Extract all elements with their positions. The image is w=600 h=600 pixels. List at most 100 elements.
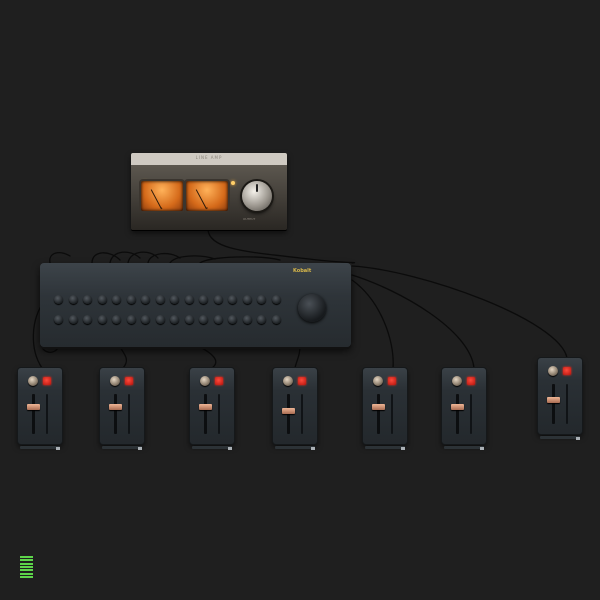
mixing-console: Kobalt <box>40 263 351 347</box>
module-base <box>365 446 405 449</box>
channel-knob-1-4[interactable] <box>97 295 107 304</box>
console-brand-label: Kobalt <box>293 268 312 274</box>
cable-mod-4 <box>294 346 301 369</box>
master-knob-label: OUTPUT <box>243 217 256 221</box>
master-brand-label: LINE AMP <box>195 155 223 160</box>
mute-button[interactable] <box>467 377 475 385</box>
level-bar-3 <box>20 562 33 565</box>
channel-knob-2-1[interactable] <box>54 315 63 324</box>
channel-knob-2-15[interactable] <box>257 315 266 324</box>
mute-button[interactable] <box>43 377 51 385</box>
fader-module-5 <box>363 368 407 450</box>
cable-mod-5 <box>351 279 394 369</box>
level-meter-icon <box>20 556 33 579</box>
cable-mod-3 <box>199 346 217 369</box>
mute-button[interactable] <box>125 377 133 385</box>
mute-button[interactable] <box>388 377 396 385</box>
gain-knob[interactable] <box>373 376 383 386</box>
module-base <box>20 446 60 449</box>
channel-knob-1-11[interactable] <box>199 295 208 304</box>
cable-mod-2 <box>119 346 128 369</box>
channel-knob-2-10[interactable] <box>184 315 194 324</box>
mute-button[interactable] <box>563 367 571 375</box>
channel-knob-1-10[interactable] <box>184 295 194 304</box>
channel-knob-1-8[interactable] <box>155 295 165 304</box>
channel-knob-1-9[interactable] <box>170 295 179 304</box>
gain-knob[interactable] <box>200 376 210 386</box>
fader-track <box>552 384 555 424</box>
channel-knob-1-6[interactable] <box>126 295 136 304</box>
signal-lamp <box>231 181 235 185</box>
channel-knob-1-7[interactable] <box>141 295 150 304</box>
meter-track <box>566 384 568 424</box>
fader-handle[interactable] <box>451 403 464 410</box>
output-jack <box>138 447 142 450</box>
level-bar-2 <box>20 559 33 562</box>
fader-track <box>377 394 380 434</box>
master-output-knob[interactable] <box>242 181 272 211</box>
channel-knob-1-15[interactable] <box>257 295 266 304</box>
channel-knob-2-11[interactable] <box>199 315 208 324</box>
level-bar-5 <box>20 569 33 572</box>
fader-handle[interactable] <box>547 396 560 403</box>
gain-knob[interactable] <box>548 366 558 376</box>
gain-knob[interactable] <box>283 376 293 386</box>
vu-meter-right: R <box>186 181 228 211</box>
channel-knob-1-5[interactable] <box>112 295 121 304</box>
fader-handle[interactable] <box>199 403 212 410</box>
fader-track <box>287 394 290 434</box>
channel-knob-1-2[interactable] <box>68 295 78 304</box>
level-bar-7 <box>20 575 33 578</box>
fader-handle[interactable] <box>282 407 295 414</box>
mute-button[interactable] <box>215 377 223 385</box>
fader-track <box>32 394 35 434</box>
level-bar-4 <box>20 565 33 568</box>
module-base <box>192 446 232 449</box>
channel-knob-1-16[interactable] <box>271 295 281 304</box>
fader-track <box>114 394 117 434</box>
level-bar-1 <box>20 556 33 558</box>
meter-track <box>128 394 130 434</box>
module-base <box>102 446 142 449</box>
channel-knob-1-1[interactable] <box>54 295 63 304</box>
mute-button[interactable] <box>298 377 306 385</box>
channel-knob-2-5[interactable] <box>112 315 121 324</box>
vu-meter-left: L <box>141 181 183 211</box>
channel-knob-2-2[interactable] <box>68 315 78 324</box>
fader-module-2 <box>100 368 144 450</box>
channel-knob-1-14[interactable] <box>242 295 252 304</box>
channel-knob-2-4[interactable] <box>97 315 107 324</box>
channel-knob-2-3[interactable] <box>83 315 92 324</box>
master-meter-unit: LINE AMP L R OUTPUT <box>131 153 287 230</box>
fader-handle[interactable] <box>372 404 385 411</box>
channel-knob-2-13[interactable] <box>228 315 237 324</box>
vu-label-right: R <box>205 206 209 210</box>
meter-track <box>301 394 303 434</box>
vu-label-left: L <box>161 206 163 210</box>
channel-knob-2-12[interactable] <box>213 315 223 324</box>
gain-knob[interactable] <box>110 376 120 386</box>
knob-pointer <box>256 184 258 192</box>
fader-handle[interactable] <box>109 404 122 411</box>
console-master-knob[interactable] <box>298 294 326 322</box>
fader-module-6 <box>442 368 486 450</box>
channel-knob-2-7[interactable] <box>141 315 150 324</box>
meter-track <box>218 394 220 434</box>
cable-top-1 <box>49 252 71 264</box>
fader-handle[interactable] <box>27 403 40 410</box>
fader-module-1 <box>18 368 62 450</box>
channel-knob-1-12[interactable] <box>213 295 223 304</box>
channel-knob-1-3[interactable] <box>83 295 92 304</box>
output-jack <box>576 437 580 440</box>
channel-knob-2-6[interactable] <box>126 315 136 324</box>
channel-knob-2-9[interactable] <box>170 315 179 324</box>
channel-knob-2-16[interactable] <box>271 315 281 324</box>
channel-knob-2-14[interactable] <box>242 315 252 324</box>
output-jack <box>228 447 232 450</box>
cable-master <box>207 229 356 264</box>
channel-knob-1-13[interactable] <box>228 295 237 304</box>
fader-module-3 <box>190 368 234 450</box>
gain-knob[interactable] <box>452 376 462 386</box>
gain-knob[interactable] <box>28 376 38 386</box>
channel-knob-2-8[interactable] <box>155 315 165 324</box>
